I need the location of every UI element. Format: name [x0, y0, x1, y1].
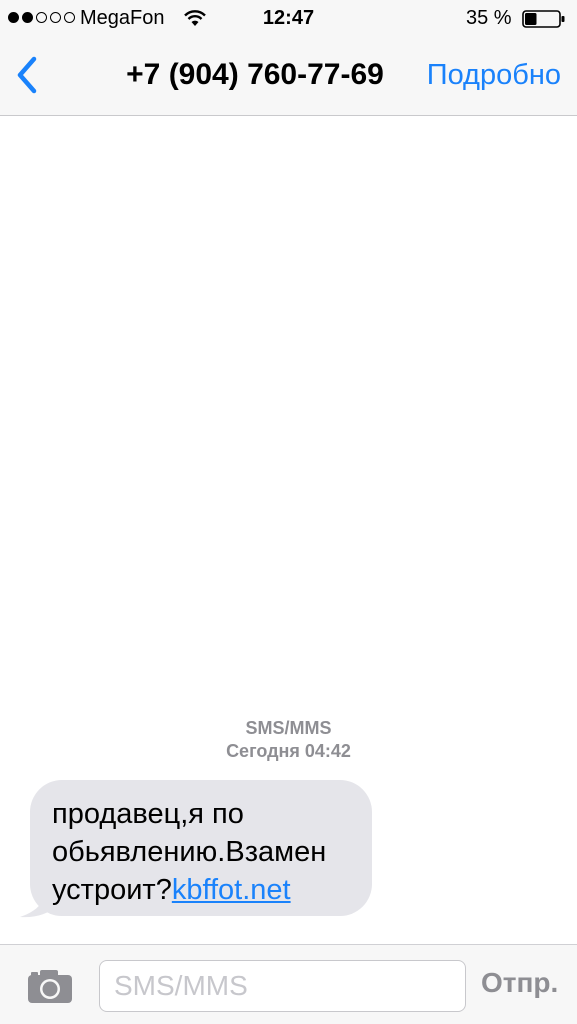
message-text: продавец,я по обьявлению.Взамен устроит?… [30, 780, 372, 916]
chevron-left-icon[interactable] [12, 55, 42, 95]
message-bubble-incoming[interactable]: продавец,я по обьявлению.Взамен устроит?… [18, 780, 378, 918]
details-button[interactable]: Подробно [427, 59, 561, 92]
message-input[interactable] [99, 960, 466, 1012]
compose-bar: Отпр. [0, 944, 577, 1024]
battery-icon [522, 10, 565, 28]
camera-icon[interactable] [26, 967, 74, 1005]
battery-percent: 35 % [466, 7, 512, 29]
message-timestamp: Сегодня 04:42 [226, 741, 351, 761]
contact-phone-number: +7 (904) 760-77-69 [126, 58, 384, 91]
status-bar: MegaFon 12:47 35 % [0, 0, 577, 38]
message-line: обьявлению.Взамен [52, 836, 327, 868]
navigation-bar: +7 (904) 760-77-69 Подробно [0, 38, 577, 116]
send-button[interactable]: Отпр. [481, 967, 558, 999]
message-link[interactable]: kbffot.net [172, 874, 291, 906]
messages-screen: MegaFon 12:47 35 % +7 (904) 760-77-69 По… [0, 0, 577, 1024]
message-line: устроит? [52, 874, 172, 906]
message-line: продавец,я по [52, 798, 244, 830]
service-label: SMS/MMS [245, 718, 332, 738]
